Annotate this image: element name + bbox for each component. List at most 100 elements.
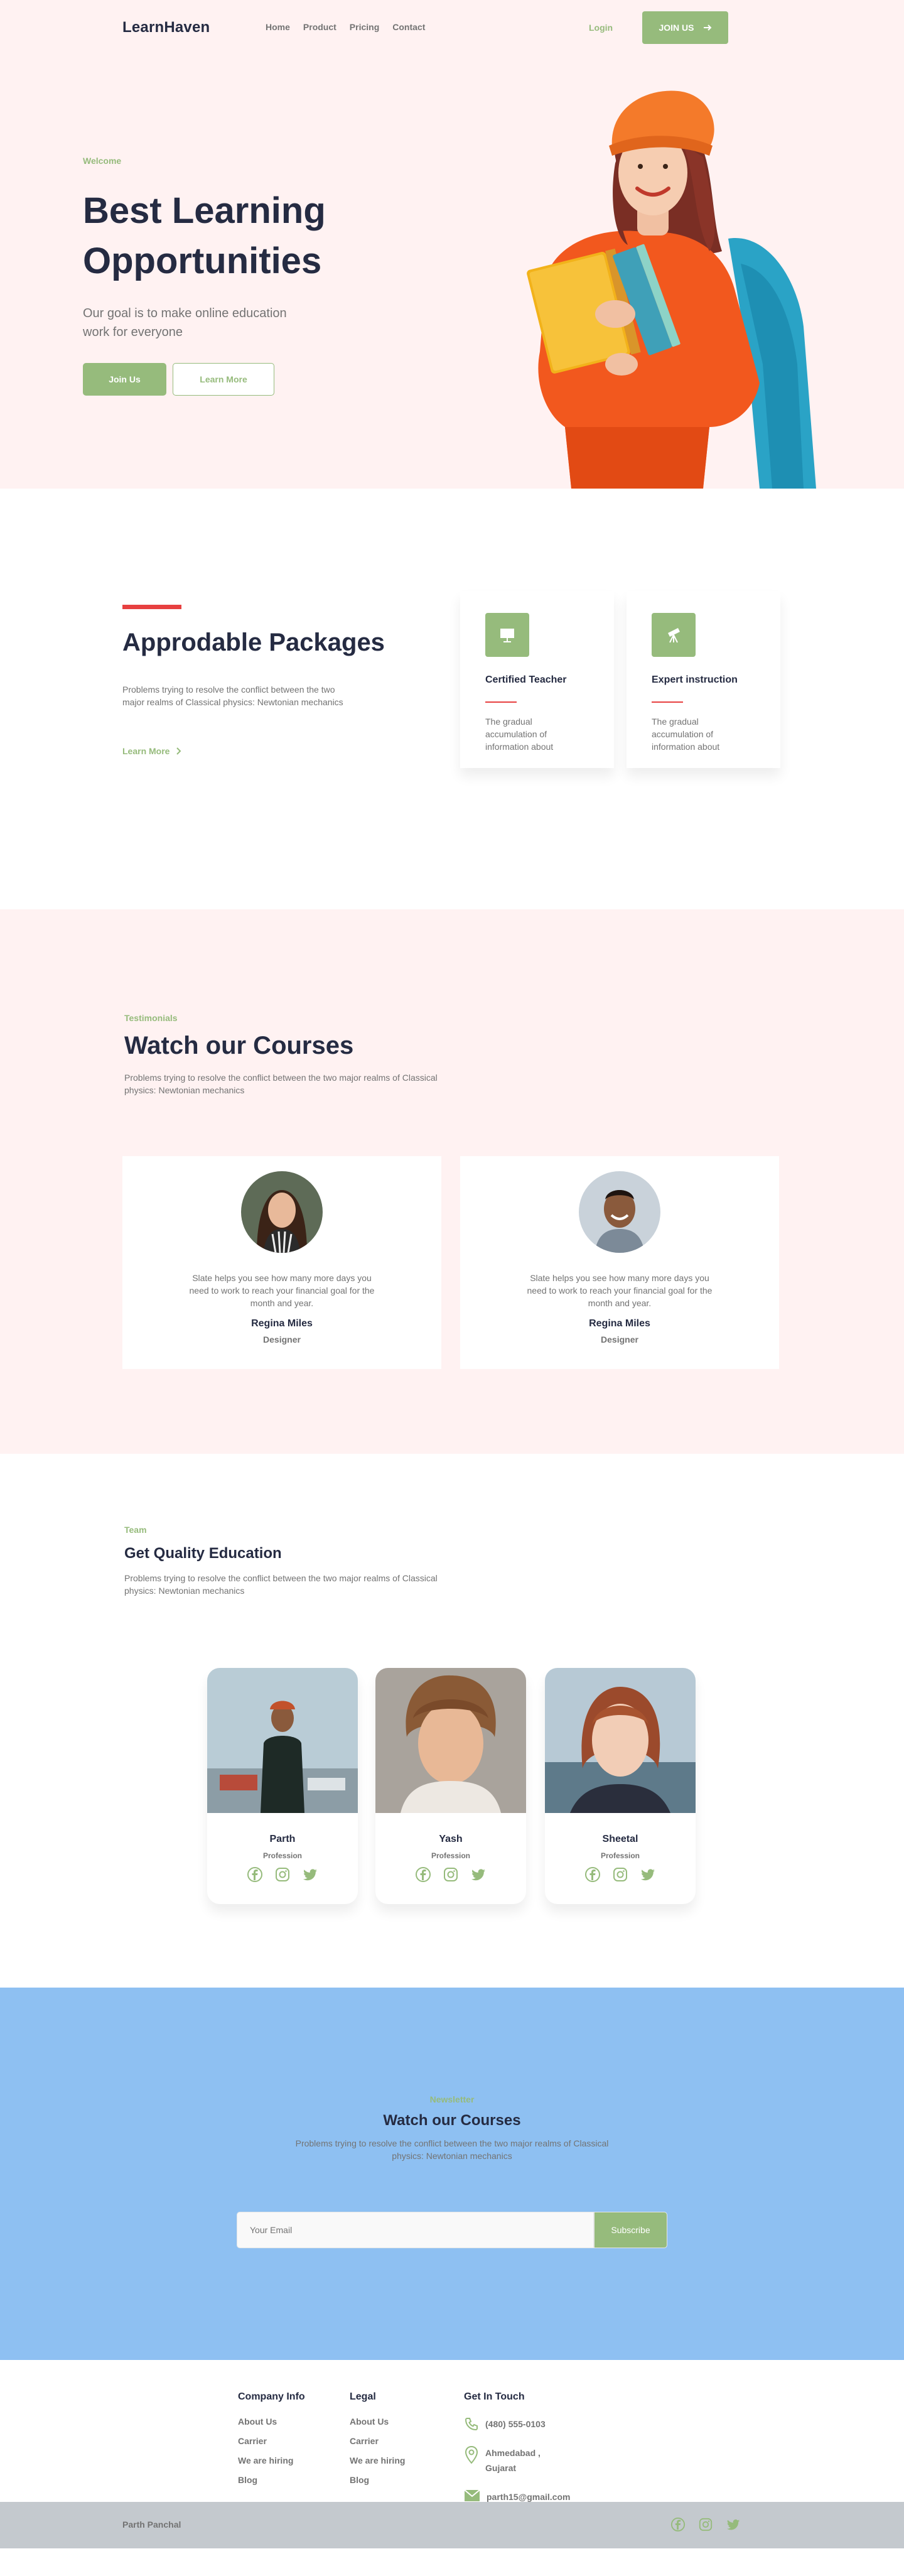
nav-link-home[interactable]: Home <box>266 22 290 32</box>
member-photo <box>207 1668 358 1813</box>
navbar: LearnHaven Home Product Pricing Contact … <box>0 0 904 57</box>
telescope-icon <box>652 613 696 657</box>
testimonial-name: Regina Miles <box>589 1318 650 1329</box>
testimonials-desc: Problems trying to resolve the conflict … <box>124 1073 438 1095</box>
packages-title: Approdable Packages <box>122 629 385 656</box>
subscribe-eyebrow: Newsletter <box>429 2094 475 2104</box>
subscribe-title: Watch our Courses <box>383 2112 521 2129</box>
feature-divider <box>485 701 517 703</box>
member-role: Profession <box>431 1851 470 1860</box>
footer-socials <box>670 2517 741 2532</box>
feature-divider <box>652 701 683 703</box>
team-desc: Problems trying to resolve the conflict … <box>124 1573 438 1596</box>
instagram-icon[interactable] <box>443 1866 459 1883</box>
instagram-icon[interactable] <box>274 1866 291 1883</box>
testimonials-eyebrow: Testimonials <box>124 1013 178 1023</box>
join-us-button[interactable]: JOIN US <box>642 11 728 44</box>
footer-link[interactable]: We are hiring <box>350 2455 405 2465</box>
member-socials <box>207 1866 358 1883</box>
hero-section: LearnHaven Home Product Pricing Contact … <box>0 0 904 489</box>
member-role: Profession <box>600 1851 640 1860</box>
email-input[interactable] <box>237 2212 594 2248</box>
feature-card-certified-teacher: Certified Teacher The gradual accumulati… <box>460 591 614 768</box>
phone-icon <box>465 2418 478 2431</box>
testimonial-quote: Slate helps you see how many more days y… <box>189 1273 375 1308</box>
subscribe-button[interactable]: Subscribe <box>594 2212 667 2248</box>
facebook-icon[interactable] <box>670 2517 686 2532</box>
map-pin-icon <box>465 2445 478 2464</box>
member-name: Parth <box>269 1834 296 1844</box>
learn-more-link[interactable]: Learn More <box>122 746 181 756</box>
footer-link[interactable]: Blog <box>350 2475 405 2485</box>
packages-section: Approdable Packages Problems trying to r… <box>0 489 904 909</box>
facebook-icon[interactable] <box>415 1866 431 1883</box>
twitter-icon[interactable] <box>470 1866 487 1883</box>
member-name: Yash <box>439 1834 463 1844</box>
copyright-text: Parth Panchal <box>122 2519 181 2530</box>
team-eyebrow: Team <box>124 1525 147 1535</box>
hero-title: Best Learning Opportunities <box>83 190 326 281</box>
feature-title: Certified Teacher <box>485 674 567 685</box>
facebook-icon[interactable] <box>584 1866 601 1883</box>
footer-link[interactable]: We are hiring <box>238 2455 305 2465</box>
mail-icon <box>464 2489 480 2501</box>
member-role: Profession <box>262 1851 302 1860</box>
testimonials-section: Testimonials Watch our Courses Problems … <box>0 909 904 1454</box>
member-socials <box>375 1866 526 1883</box>
nav-links: Home Product Pricing Contact <box>266 22 425 32</box>
feature-title: Expert instruction <box>652 674 738 685</box>
avatar <box>579 1171 660 1253</box>
title-accent-bar <box>122 605 181 609</box>
nav-link-product[interactable]: Product <box>303 22 336 32</box>
contact-phone[interactable]: (480) 555-0103 <box>464 2416 570 2432</box>
hero-eyebrow: Welcome <box>83 156 122 166</box>
logo[interactable]: LearnHaven <box>122 19 210 36</box>
join-us-hero-button[interactable]: Join Us <box>83 363 166 396</box>
footer-heading: Company Info <box>238 2391 305 2402</box>
footer-link[interactable]: About Us <box>350 2416 405 2427</box>
footer: Company Info About Us Carrier We are hir… <box>0 2360 904 2548</box>
subscribe-section: Newsletter Watch our Courses Problems tr… <box>0 1988 904 2360</box>
testimonial-role: Designer <box>601 1334 638 1345</box>
subscribe-form: Subscribe <box>237 2212 667 2248</box>
testimonials-title: Watch our Courses <box>124 1032 354 1059</box>
packages-text: Problems trying to resolve the conflict … <box>122 685 343 707</box>
instagram-icon[interactable] <box>698 2517 713 2532</box>
footer-link[interactable]: Blog <box>238 2475 305 2485</box>
facebook-icon[interactable] <box>247 1866 263 1883</box>
testimonial-card: Slate helps you see how many more days y… <box>122 1156 441 1369</box>
footer-heading: Legal <box>350 2391 376 2402</box>
nav-link-pricing[interactable]: Pricing <box>350 22 379 32</box>
login-link[interactable]: Login <box>589 23 613 33</box>
twitter-icon[interactable] <box>640 1866 656 1883</box>
footer-link[interactable]: About Us <box>238 2416 305 2427</box>
twitter-icon[interactable] <box>302 1866 318 1883</box>
learn-more-hero-button[interactable]: Learn More <box>173 363 274 396</box>
testimonial-card: Slate helps you see how many more days y… <box>460 1156 779 1369</box>
hero-student-image <box>527 90 816 489</box>
testimonial-role: Designer <box>263 1334 301 1345</box>
footer-link[interactable]: Carrier <box>238 2436 305 2446</box>
member-name: Sheetal <box>602 1834 638 1844</box>
learn-more-label: Learn More <box>122 746 170 756</box>
join-us-label: JOIN US <box>659 23 694 33</box>
arrow-right-icon <box>703 24 711 31</box>
footer-company-column: Company Info About Us Carrier We are hir… <box>238 2391 305 2494</box>
team-section: Team Get Quality Education Problems tryi… <box>0 1454 904 1988</box>
member-photo <box>545 1668 696 1813</box>
feature-card-expert-instruction: Expert instruction The gradual accumulat… <box>627 591 780 768</box>
instagram-icon[interactable] <box>612 1866 628 1883</box>
footer-contact-column: Get In Touch (480) 555-0103 Ahmedabad , … <box>464 2391 570 2518</box>
presentation-board-icon <box>485 613 529 657</box>
footer-heading: Get In Touch <box>464 2391 525 2402</box>
avatar <box>241 1171 323 1253</box>
testimonial-quote: Slate helps you see how many more days y… <box>527 1273 713 1308</box>
footer-link[interactable]: Carrier <box>350 2436 405 2446</box>
nav-link-contact[interactable]: Contact <box>392 22 425 32</box>
team-member-card: Parth Profession <box>207 1668 358 1904</box>
team-member-card: Sheetal Profession <box>545 1668 696 1904</box>
twitter-icon[interactable] <box>726 2517 741 2532</box>
testimonial-name: Regina Miles <box>251 1318 313 1329</box>
team-title: Get Quality Education <box>124 1545 282 1562</box>
contact-address-text: Ahmedabad , Gujarat <box>485 2448 541 2473</box>
